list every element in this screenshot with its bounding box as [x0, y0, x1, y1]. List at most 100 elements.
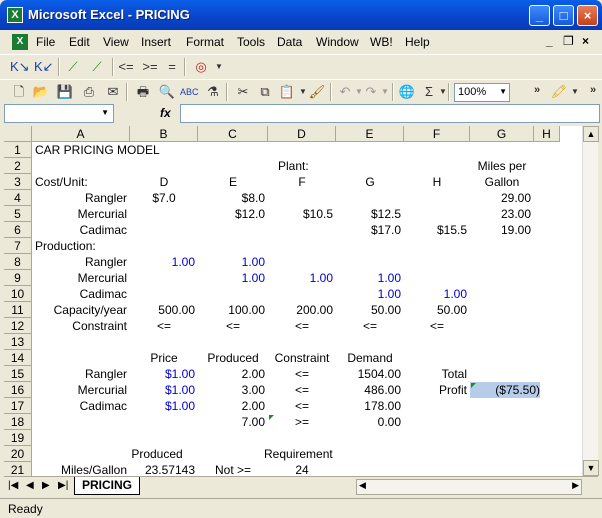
row-header[interactable]: 1	[4, 142, 32, 158]
row-header[interactable]: 17	[4, 398, 32, 414]
row-header[interactable]: 14	[4, 350, 32, 366]
cell-f11[interactable]: 50.00	[407, 302, 467, 318]
menu-edit[interactable]: Edit	[69, 35, 90, 49]
column-header-a[interactable]: A	[32, 126, 130, 142]
cell-b14[interactable]: Price	[133, 350, 195, 366]
cell-g16[interactable]: ($75.50)	[470, 382, 540, 398]
cell-c4[interactable]: $8.0	[201, 190, 265, 206]
horizontal-scrollbar[interactable]: ◀ ▶	[356, 479, 582, 495]
cell-e14[interactable]: Demand	[339, 350, 401, 366]
dropdown-arrow-icon[interactable]: ▼	[210, 58, 228, 76]
cell-c12[interactable]: <=	[201, 318, 265, 334]
cell-a6[interactable]: Cadimac	[35, 222, 127, 238]
cell-f10[interactable]: 1.00	[407, 286, 467, 302]
cell-g3[interactable]: Gallon	[473, 174, 531, 190]
row-header[interactable]: 12	[4, 318, 32, 334]
cell-a8[interactable]: Rangler	[35, 254, 127, 270]
cell-d21[interactable]: 24	[271, 462, 333, 476]
first-sheet-icon[interactable]: |◀	[8, 480, 18, 491]
cell-e5[interactable]: $12.5	[339, 206, 401, 222]
cell-e16[interactable]: 486.00	[339, 382, 401, 398]
menu-data[interactable]: Data	[277, 35, 302, 49]
print-icon[interactable]: 🖶	[134, 83, 152, 101]
menu-insert[interactable]: Insert	[141, 35, 171, 49]
sort-asc-icon[interactable]: K↘	[10, 58, 30, 76]
cell-d16[interactable]: <=	[271, 382, 333, 398]
row-header[interactable]: 3	[4, 174, 32, 190]
menu-view[interactable]: View	[103, 35, 129, 49]
greater-equal-icon[interactable]: >=	[141, 58, 159, 76]
row-header[interactable]: 11	[4, 302, 32, 318]
cell-e17[interactable]: 178.00	[339, 398, 401, 414]
cell-a5[interactable]: Mercurial	[35, 206, 127, 222]
minimize-button[interactable]: _	[529, 5, 550, 26]
error-indicator-icon[interactable]	[269, 415, 274, 420]
chevron-down-icon[interactable]: ▼	[499, 87, 507, 96]
scroll-left-icon[interactable]: ◀	[359, 480, 366, 491]
new-icon[interactable]: 🗋	[10, 83, 28, 101]
column-header-c[interactable]: C	[198, 126, 268, 142]
cell-d9[interactable]: 1.00	[271, 270, 333, 286]
cell-b12[interactable]: <=	[133, 318, 195, 334]
cell-d15[interactable]: <=	[271, 366, 333, 382]
cell-d17[interactable]: <=	[271, 398, 333, 414]
cell-g4[interactable]: 29.00	[473, 190, 531, 206]
cell-c17[interactable]: 2.00	[201, 398, 265, 414]
cell-c18[interactable]: 7.00	[201, 414, 265, 430]
cut-icon[interactable]: ✂	[234, 83, 252, 101]
row-header[interactable]: 13	[4, 334, 32, 350]
column-header-d[interactable]: D	[268, 126, 336, 142]
row-header[interactable]: 21	[4, 462, 32, 476]
scroll-up-icon[interactable]: ▲	[583, 126, 599, 142]
row-header[interactable]: 6	[4, 222, 32, 238]
cell-a9[interactable]: Mercurial	[35, 270, 127, 286]
cell-e10[interactable]: 1.00	[339, 286, 401, 302]
maximize-button[interactable]: □	[553, 5, 574, 26]
row-header[interactable]: 15	[4, 366, 32, 382]
cell-g2[interactable]: Miles per	[473, 158, 531, 174]
worksheet-grid[interactable]: A B C D E F G H 1 2 3 4 5 6 7 8 9 10 11 12 13 14 15 16 17 18 19 20 2…	[4, 126, 582, 476]
menu-window[interactable]: Window	[316, 35, 359, 49]
toolbar-overflow-icon[interactable]: »	[528, 81, 546, 99]
cell-a7[interactable]: Production:	[35, 238, 235, 254]
cell-b21[interactable]: 23.57143	[133, 462, 195, 476]
cell-e3[interactable]: G	[339, 174, 401, 190]
research-icon[interactable]: ⚗	[204, 83, 222, 101]
row-header[interactable]: 19	[4, 430, 32, 446]
fill-color-dropdown-icon[interactable]: ▼	[566, 83, 584, 101]
doc-minimize-button[interactable]: _	[546, 34, 553, 48]
doc-close-button[interactable]: ×	[582, 34, 589, 48]
toolbar-overflow-icon[interactable]: »	[584, 81, 602, 99]
cell-c11[interactable]: 100.00	[201, 302, 265, 318]
excel-icon[interactable]: X	[7, 7, 23, 23]
next-sheet-icon[interactable]: ▶	[42, 480, 50, 491]
row-header[interactable]: 8	[4, 254, 32, 270]
equal-icon[interactable]: =	[163, 58, 181, 76]
close-button[interactable]: ×	[577, 5, 598, 26]
row-header[interactable]: 20	[4, 446, 32, 462]
cell-f12[interactable]: <=	[407, 318, 467, 334]
row-header[interactable]: 5	[4, 206, 32, 222]
name-box[interactable]: ▼	[4, 104, 114, 123]
cell-e18[interactable]: 0.00	[339, 414, 401, 430]
cell-g5[interactable]: 23.00	[473, 206, 531, 222]
cell-d20[interactable]: Requirement	[264, 446, 364, 462]
cell-c14[interactable]: Produced	[201, 350, 265, 366]
row-header[interactable]: 10	[4, 286, 32, 302]
cell-d3[interactable]: F	[271, 174, 333, 190]
cell-c16[interactable]: 3.00	[201, 382, 265, 398]
less-equal-icon[interactable]: <=	[117, 58, 135, 76]
format-painter-icon[interactable]: 🖌	[308, 83, 326, 101]
menu-help[interactable]: Help	[405, 35, 430, 49]
spelling-icon[interactable]: ABC	[180, 83, 199, 101]
menu-tools[interactable]: Tools	[237, 35, 265, 49]
cell-d18[interactable]: >=	[271, 414, 333, 430]
cell-g6[interactable]: 19.00	[473, 222, 531, 238]
last-sheet-icon[interactable]: ▶|	[58, 480, 68, 491]
row-header[interactable]: 18	[4, 414, 32, 430]
cell-f3[interactable]: H	[407, 174, 467, 190]
column-header-h[interactable]: H	[534, 126, 560, 142]
sort-desc-icon[interactable]: K↙	[34, 58, 54, 76]
menu-format[interactable]: Format	[186, 35, 224, 49]
cell-a16[interactable]: Mercurial	[35, 382, 127, 398]
